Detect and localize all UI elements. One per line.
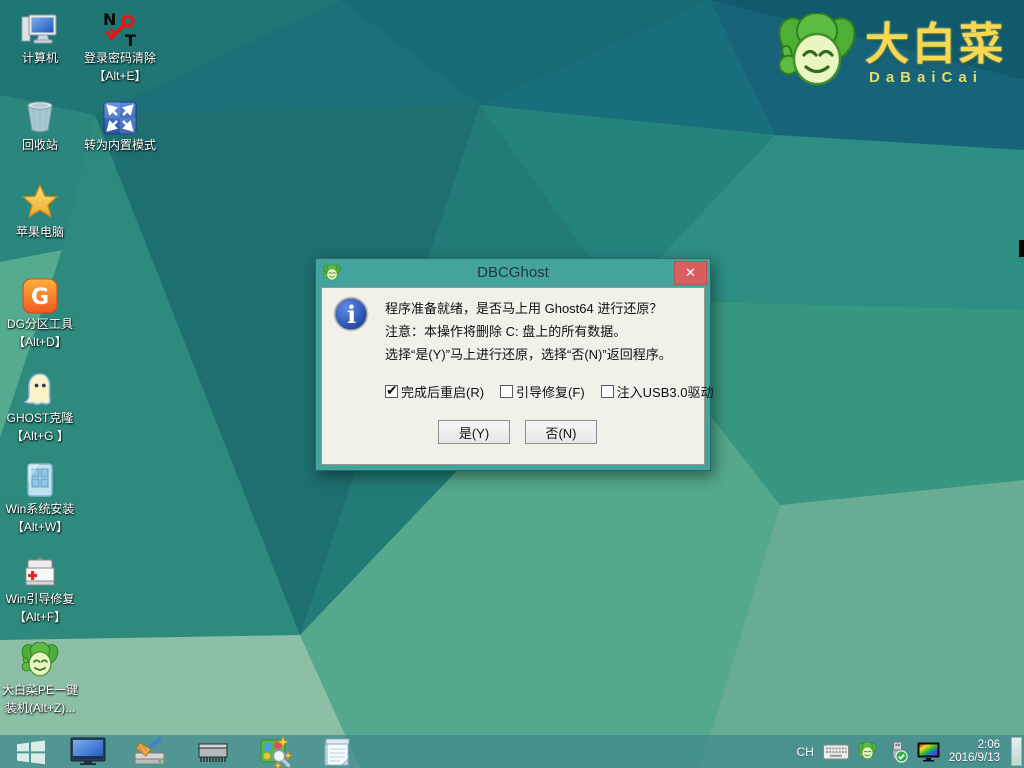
dabaicai-tray-icon[interactable] xyxy=(858,742,877,761)
checkbox-box[interactable]: ✔ xyxy=(385,385,398,398)
dbcghost-dialog: DBCGhost ✕ i 程序准备就绪，是否马上用 Ghost64 进行还原？ … xyxy=(315,258,711,471)
notepad-icon xyxy=(322,736,352,767)
checkbox-inject-usb3-driver[interactable]: 注入USB3.0驱动 xyxy=(601,382,714,401)
usb-eject-icon[interactable] xyxy=(886,741,908,763)
checkbox-label: 注入USB3.0驱动 xyxy=(617,382,714,401)
logo-title: 大白菜 xyxy=(865,21,1006,69)
logo-subtitle: DaBaiCai xyxy=(865,69,1006,86)
svg-text:i: i xyxy=(347,300,356,329)
dabaicai-mascot-icon xyxy=(777,12,857,94)
checkbox-label: 完成后重启(R) xyxy=(401,382,484,401)
win-install-icon xyxy=(23,457,57,499)
desktop-icon-label: 【Alt+W】 xyxy=(12,519,68,535)
system-tray: CH xyxy=(796,735,1024,768)
tray-clock[interactable]: 2:06 2016/9/13 xyxy=(949,739,1000,765)
desktop-icon-internal-mode[interactable]: 转为内置模式 xyxy=(68,93,172,153)
taskbar-item-disk-cleanup[interactable] xyxy=(130,736,170,767)
yes-button[interactable]: 是(Y) xyxy=(438,420,510,444)
desktop-icon-nt-password-clear[interactable]: N T 登录密码清除 【Alt+E】 xyxy=(68,6,172,84)
dialog-message: 程序准备就绪，是否马上用 Ghost64 进行还原？ xyxy=(385,298,662,317)
desktop-icon-dg-partition-tool[interactable]: G DG分区工具 【Alt+D】 xyxy=(0,272,82,350)
windows-logo-icon xyxy=(15,737,47,767)
desktop-icon-win-boot-repair[interactable]: Win引导修复 【Alt+F】 xyxy=(0,547,82,625)
svg-text:T: T xyxy=(125,31,136,48)
display-settings-icon[interactable] xyxy=(917,742,940,762)
desktop-icon-label: GHOST克隆 xyxy=(7,410,74,426)
internal-mode-icon xyxy=(103,93,137,135)
diskgenius-icon: G xyxy=(22,272,58,314)
svg-text:G: G xyxy=(31,285,49,310)
desktop-icon-label: Win系统安装 xyxy=(6,501,75,517)
desktop-icon-label: 苹果电脑 xyxy=(16,224,64,240)
checkbox-reboot-after-finish[interactable]: ✔ 完成后重启(R) xyxy=(385,382,484,401)
info-icon: i xyxy=(332,295,370,333)
taskbar-item-desktop[interactable] xyxy=(68,736,108,767)
desktop-icon-label: Win引导修复 xyxy=(6,591,75,607)
desktop-icon-label: 装机(Alt+Z)... xyxy=(5,700,75,716)
close-button[interactable]: ✕ xyxy=(674,261,707,285)
desktop-screen: 大白菜 DaBaiCai 计算机 N T xyxy=(0,0,1024,768)
dialog-titlebar[interactable]: DBCGhost ✕ xyxy=(316,259,710,287)
desktop-icon-win-system-install[interactable]: Win系统安装 【Alt+W】 xyxy=(0,457,82,535)
desktop-icon-label: 转为内置模式 xyxy=(84,137,156,153)
svg-text:N: N xyxy=(103,10,116,29)
desktop-icon-ghost-clone[interactable]: GHOST克隆 【Alt+G 】 xyxy=(0,366,82,444)
keyboard-icon[interactable] xyxy=(823,744,849,760)
desktop-preview-icon xyxy=(70,737,106,766)
first-aid-kit-icon xyxy=(21,547,59,589)
screen-edge-artifact xyxy=(1019,240,1024,257)
star-icon xyxy=(20,180,60,222)
desktop-icon-label: 【Alt+F】 xyxy=(14,609,66,625)
dabaicai-logo: 大白菜 DaBaiCai xyxy=(777,12,1006,94)
dialog-title: DBCGhost xyxy=(316,264,710,281)
desktop-icon-label: 登录密码清除 xyxy=(84,50,156,66)
language-indicator[interactable]: CH xyxy=(796,745,813,759)
dabaicai-mascot-icon xyxy=(21,638,59,680)
start-button[interactable] xyxy=(0,735,62,768)
checkbox-boot-repair[interactable]: 引导修复(F) xyxy=(500,382,585,401)
taskbar-item-memory[interactable] xyxy=(193,736,233,767)
no-button[interactable]: 否(N) xyxy=(525,420,597,444)
taskbar: CH xyxy=(0,735,1024,768)
desktop-icon-label: 【Alt+E】 xyxy=(93,68,146,84)
dialog-content: i 程序准备就绪，是否马上用 Ghost64 进行还原？ 注意：本操作将删除 C… xyxy=(321,287,705,465)
clock-date: 2016/9/13 xyxy=(949,752,1000,765)
desktop-icon-dabaicai-pe-installer[interactable]: 大白菜PE一键 装机(Alt+Z)... xyxy=(0,638,82,716)
ghost-icon xyxy=(21,366,59,408)
memory-chip-icon xyxy=(195,739,231,765)
desktop-icon-label: DG分区工具 xyxy=(7,316,73,332)
nt-key-icon: N T xyxy=(101,6,139,48)
taskbar-item-notepad[interactable] xyxy=(317,736,357,767)
show-desktop-button[interactable] xyxy=(1011,737,1022,766)
disk-cleanup-icon xyxy=(132,737,168,767)
recycle-bin-icon xyxy=(21,93,59,135)
desktop-icon-label: 大白菜PE一键 xyxy=(2,682,78,698)
computer-icon xyxy=(21,6,59,48)
checkbox-label: 引导修复(F) xyxy=(516,382,585,401)
dialog-message: 选择“是(Y)”马上进行还原，选择“否(N)”返回程序。 xyxy=(385,344,672,363)
taskbar-item-capture-tool[interactable] xyxy=(255,736,295,767)
checkbox-box[interactable] xyxy=(601,385,614,398)
desktop-icon-label: 【Alt+G 】 xyxy=(11,428,69,444)
desktop-icon-apple-computer[interactable]: 苹果电脑 xyxy=(0,180,82,240)
check-mark-icon: ✔ xyxy=(386,382,398,399)
checkbox-box[interactable] xyxy=(500,385,513,398)
capture-tool-icon xyxy=(258,735,292,768)
desktop-icon-label: 回收站 xyxy=(22,137,58,153)
clock-time: 2:06 xyxy=(949,739,1000,752)
desktop-icon-label: 【Alt+D】 xyxy=(13,334,67,350)
desktop-icon-label: 计算机 xyxy=(22,50,58,66)
dialog-message: 注意：本操作将删除 C: 盘上的所有数据。 xyxy=(385,321,626,340)
dialog-checkbox-row: ✔ 完成后重启(R) 引导修复(F) 注入USB3.0驱动 xyxy=(385,382,713,401)
